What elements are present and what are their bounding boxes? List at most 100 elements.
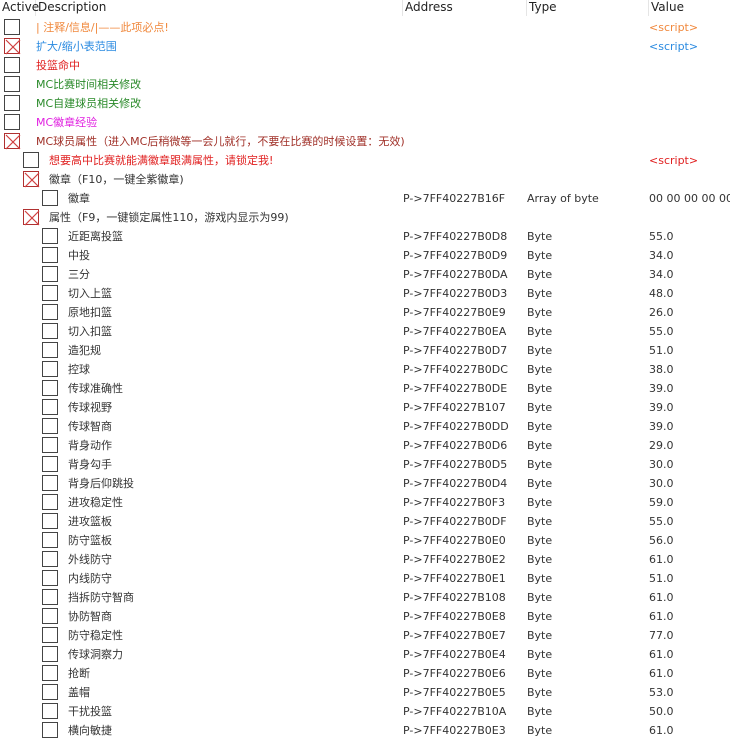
- table-row[interactable]: 背身后仰跳投 P->7FF40227B0D4 Byte 30.0: [0, 474, 730, 493]
- active-checkbox[interactable]: [42, 532, 58, 548]
- active-checkbox[interactable]: [42, 399, 58, 415]
- table-row[interactable]: 造犯规 P->7FF40227B0D7 Byte 51.0: [0, 341, 730, 360]
- row-address: P->7FF40227B0E9: [403, 306, 506, 319]
- active-checkbox[interactable]: [42, 665, 58, 681]
- row-description: 控球: [68, 363, 90, 376]
- table-row[interactable]: 三分 P->7FF40227B0DA Byte 34.0: [0, 265, 730, 284]
- column-header-type[interactable]: Type: [527, 0, 649, 16]
- table-row[interactable]: 防守稳定性 P->7FF40227B0E7 Byte 77.0: [0, 626, 730, 645]
- active-checkbox[interactable]: [4, 114, 20, 130]
- active-checkbox[interactable]: [42, 475, 58, 491]
- column-header-description[interactable]: Description: [36, 0, 403, 16]
- active-checkbox[interactable]: [42, 589, 58, 605]
- row-value: 51.0: [649, 572, 674, 585]
- row-description: 内线防守: [68, 572, 112, 585]
- active-checkbox[interactable]: [42, 285, 58, 301]
- table-row[interactable]: MC比赛时间相关修改: [0, 75, 730, 94]
- table-row[interactable]: 外线防守 P->7FF40227B0E2 Byte 61.0: [0, 550, 730, 569]
- table-row[interactable]: 想要高中比赛就能满徽章跟满属性，请锁定我! <script>: [0, 151, 730, 170]
- table-row[interactable]: | 注释/信息/|——此项必点! <script>: [0, 18, 730, 37]
- table-row[interactable]: 背身勾手 P->7FF40227B0D5 Byte 30.0: [0, 455, 730, 474]
- active-checkbox[interactable]: [23, 209, 40, 226]
- active-checkbox[interactable]: [4, 57, 20, 73]
- table-row[interactable]: MC球员属性（进入MC后稍微等一会儿就行，不要在比赛的时候设置：无效): [0, 132, 730, 151]
- active-checkbox[interactable]: [42, 456, 58, 472]
- active-checkbox[interactable]: [42, 627, 58, 643]
- table-row[interactable]: 传球准确性 P->7FF40227B0DE Byte 39.0: [0, 379, 730, 398]
- table-row[interactable]: 抢断 P->7FF40227B0E6 Byte 61.0: [0, 664, 730, 683]
- table-row[interactable]: 协防智商 P->7FF40227B0E8 Byte 61.0: [0, 607, 730, 626]
- active-checkbox[interactable]: [42, 247, 58, 263]
- row-address: P->7FF40227B10A: [403, 705, 507, 718]
- active-checkbox[interactable]: [42, 228, 58, 244]
- active-checkbox[interactable]: [4, 19, 20, 35]
- active-checkbox[interactable]: [42, 380, 58, 396]
- row-value: 61.0: [649, 724, 674, 737]
- table-row[interactable]: 徽章（F10，一键全紫徽章): [0, 170, 730, 189]
- table-row[interactable]: 切入上篮 P->7FF40227B0D3 Byte 48.0: [0, 284, 730, 303]
- active-checkbox[interactable]: [23, 171, 40, 188]
- table-row[interactable]: 盖帽 P->7FF40227B0E5 Byte 53.0: [0, 683, 730, 702]
- active-checkbox[interactable]: [42, 437, 58, 453]
- active-checkbox[interactable]: [42, 513, 58, 529]
- column-header-address[interactable]: Address: [403, 0, 527, 16]
- table-row[interactable]: 内线防守 P->7FF40227B0E1 Byte 51.0: [0, 569, 730, 588]
- active-checkbox[interactable]: [42, 323, 58, 339]
- table-row[interactable]: 中投 P->7FF40227B0D9 Byte 34.0: [0, 246, 730, 265]
- row-description: 徽章: [68, 192, 90, 205]
- active-checkbox[interactable]: [4, 133, 21, 150]
- row-address: P->7FF40227B0E6: [403, 667, 506, 680]
- table-row[interactable]: 进攻篮板 P->7FF40227B0DF Byte 55.0: [0, 512, 730, 531]
- active-checkbox[interactable]: [4, 95, 20, 111]
- table-row[interactable]: 进攻稳定性 P->7FF40227B0F3 Byte 59.0: [0, 493, 730, 512]
- table-row[interactable]: 控球 P->7FF40227B0DC Byte 38.0: [0, 360, 730, 379]
- active-checkbox[interactable]: [42, 494, 58, 510]
- table-row[interactable]: 属性（F9，一键锁定属性110，游戏内显示为99): [0, 208, 730, 227]
- row-value: 30.0: [649, 458, 674, 471]
- row-value: 39.0: [649, 420, 674, 433]
- table-row[interactable]: MC徽章经验: [0, 113, 730, 132]
- active-checkbox[interactable]: [42, 190, 58, 206]
- active-checkbox[interactable]: [42, 722, 58, 738]
- table-row[interactable]: 近距离投篮 P->7FF40227B0D8 Byte 55.0: [0, 227, 730, 246]
- active-checkbox[interactable]: [42, 570, 58, 586]
- table-row[interactable]: 干扰投篮 P->7FF40227B10A Byte 50.0: [0, 702, 730, 721]
- column-header-active[interactable]: Active: [0, 0, 39, 16]
- active-checkbox[interactable]: [4, 76, 20, 92]
- row-description: 防守稳定性: [68, 629, 123, 642]
- row-description: 传球准确性: [68, 382, 123, 395]
- active-checkbox[interactable]: [4, 38, 21, 55]
- active-checkbox[interactable]: [42, 418, 58, 434]
- row-value: 51.0: [649, 344, 674, 357]
- active-checkbox[interactable]: [42, 304, 58, 320]
- table-row[interactable]: 防守篮板 P->7FF40227B0E0 Byte 56.0: [0, 531, 730, 550]
- table-row[interactable]: 原地扣篮 P->7FF40227B0E9 Byte 26.0: [0, 303, 730, 322]
- active-checkbox[interactable]: [42, 646, 58, 662]
- table-row[interactable]: 挡拆防守智商 P->7FF40227B108 Byte 61.0: [0, 588, 730, 607]
- row-description: 切入上篮: [68, 287, 112, 300]
- table-row[interactable]: 投篮命中: [0, 56, 730, 75]
- active-checkbox[interactable]: [42, 342, 58, 358]
- active-checkbox[interactable]: [42, 266, 58, 282]
- table-row[interactable]: 传球智商 P->7FF40227B0DD Byte 39.0: [0, 417, 730, 436]
- row-type: Byte: [527, 724, 553, 737]
- row-address: P->7FF40227B0E0: [403, 534, 506, 547]
- row-description: 进攻篮板: [68, 515, 112, 528]
- active-checkbox[interactable]: [23, 152, 39, 168]
- active-checkbox[interactable]: [42, 608, 58, 624]
- table-row[interactable]: 横向敏捷 P->7FF40227B0E3 Byte 61.0: [0, 721, 730, 740]
- table-row[interactable]: 扩大/缩小表范围 <script>: [0, 37, 730, 56]
- table-row[interactable]: 背身动作 P->7FF40227B0D6 Byte 29.0: [0, 436, 730, 455]
- column-header-value[interactable]: Value: [649, 0, 730, 16]
- row-address: P->7FF40227B0E5: [403, 686, 506, 699]
- table-row[interactable]: 传球视野 P->7FF40227B107 Byte 39.0: [0, 398, 730, 417]
- table-row[interactable]: 传球洞察力 P->7FF40227B0E4 Byte 61.0: [0, 645, 730, 664]
- table-row[interactable]: 徽章 P->7FF40227B16F Array of byte 00 00 00 0…: [0, 189, 730, 208]
- table-row[interactable]: 切入扣篮 P->7FF40227B0EA Byte 55.0: [0, 322, 730, 341]
- row-description: 徽章（F10，一键全紫徽章): [49, 173, 184, 186]
- table-row[interactable]: MC自建球员相关修改: [0, 94, 730, 113]
- active-checkbox[interactable]: [42, 551, 58, 567]
- active-checkbox[interactable]: [42, 361, 58, 377]
- active-checkbox[interactable]: [42, 684, 58, 700]
- active-checkbox[interactable]: [42, 703, 58, 719]
